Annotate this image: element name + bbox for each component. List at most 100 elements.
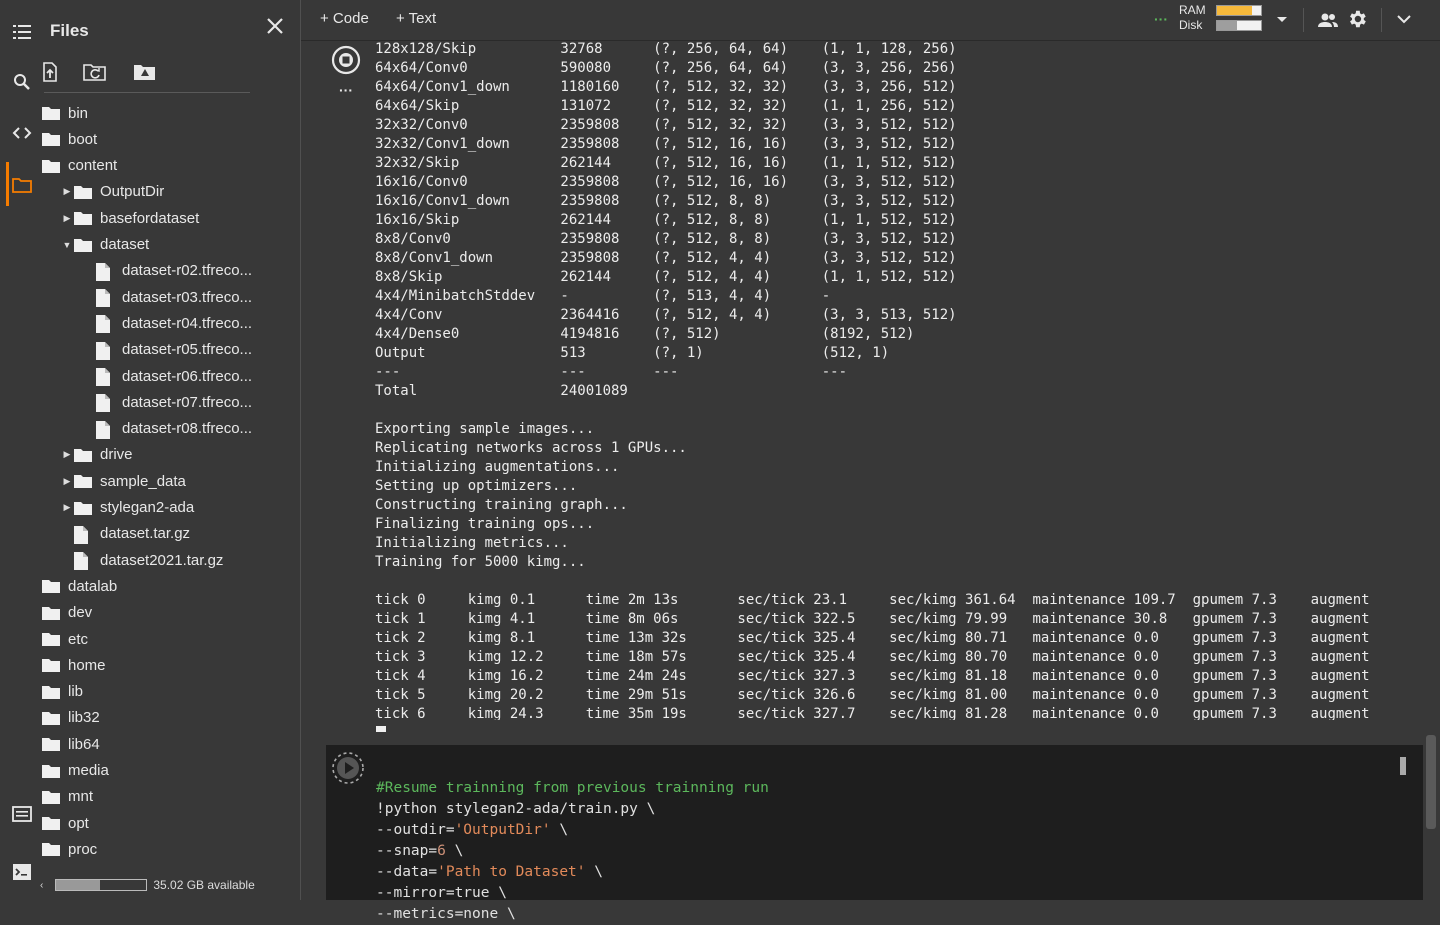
- output-line: 32x32/Conv1_down 2359808 (?, 512, 16, 16…: [375, 136, 957, 152]
- caret-right-icon[interactable]: ▶: [60, 213, 74, 224]
- cell-toolbar-handle[interactable]: [1400, 757, 1406, 775]
- folder-item[interactable]: media: [38, 758, 109, 784]
- tree-item-label: dataset: [100, 236, 150, 253]
- file-item[interactable]: dataset-r03.tfreco...: [82, 284, 252, 310]
- tree-item-label: opt: [68, 814, 89, 832]
- chevron-down-icon[interactable]: [1396, 12, 1412, 31]
- tree-item-label: dataset-r03.tfreco...: [122, 288, 253, 306]
- mount-drive-icon[interactable]: [132, 60, 156, 84]
- tree-item-label: dataset-r04.tfreco...: [122, 314, 253, 332]
- folder-icon: [42, 657, 60, 673]
- folder-item[interactable]: ▶ drive: [60, 442, 133, 468]
- caret-down-icon[interactable]: ▼: [60, 240, 74, 250]
- notebook-area: + Code + Text ··· RAM Disk ··· 128x128/S…: [301, 0, 1440, 922]
- ram-bar[interactable]: [1216, 5, 1262, 16]
- folder-item[interactable]: bin: [38, 100, 88, 126]
- folder-icon: [42, 578, 60, 594]
- resources-dropdown-icon[interactable]: [1276, 12, 1288, 30]
- folder-icon: [42, 684, 60, 700]
- caret-right-icon[interactable]: ▶: [60, 186, 74, 197]
- folder-item[interactable]: home: [38, 652, 106, 678]
- caret-right-icon[interactable]: ▶: [60, 476, 74, 487]
- file-item[interactable]: dataset-r07.tfreco...: [82, 389, 252, 415]
- folder-item[interactable]: lib64: [38, 731, 100, 757]
- scrollbar-thumb[interactable]: [1426, 735, 1436, 829]
- table-of-contents-icon[interactable]: [10, 20, 34, 44]
- caret-right-icon[interactable]: ▶: [60, 502, 74, 513]
- file-icon: [96, 315, 114, 334]
- folder-item[interactable]: boot: [38, 126, 97, 152]
- code-snippets-icon[interactable]: [10, 121, 34, 145]
- folder-item[interactable]: opt: [38, 810, 89, 836]
- storage-indicator: ‹ 35.02 GB available: [40, 878, 255, 892]
- upload-file-icon[interactable]: [38, 60, 62, 84]
- tree-item-label: datalab: [68, 577, 118, 595]
- file-item[interactable]: dataset-r05.tfreco...: [82, 337, 252, 363]
- terminal-icon[interactable]: [10, 860, 34, 884]
- code-string: 'OutputDir': [454, 822, 551, 838]
- folder-item[interactable]: lib: [38, 679, 83, 705]
- output-line: 64x64/Conv1_down 1180160 (?, 512, 32, 32…: [375, 79, 957, 95]
- close-icon[interactable]: [264, 15, 286, 37]
- output-line: tick 5 kimg 20.2 time 29m 51s sec/tick 3…: [375, 687, 1370, 703]
- file-item[interactable]: dataset2021.tar.gz: [60, 547, 223, 573]
- settings-gear-icon[interactable]: [1346, 8, 1368, 35]
- tree-item-label: dataset.tar.gz: [100, 525, 191, 543]
- refresh-folder-icon[interactable]: [82, 60, 106, 84]
- folder-item[interactable]: content: [38, 153, 117, 179]
- output-line: 8x8/Conv1_down 2359808 (?, 512, 4, 4) (3…: [375, 250, 957, 266]
- output-line: 16x16/Conv0 2359808 (?, 512, 16, 16) (3,…: [375, 174, 957, 190]
- file-item[interactable]: dataset-r02.tfreco...: [82, 258, 252, 284]
- folder-icon: [42, 131, 60, 147]
- code-line: \: [550, 822, 569, 838]
- tree-item-label: mnt: [68, 788, 94, 806]
- folder-item[interactable]: ▶ OutputDir: [60, 179, 165, 205]
- file-item[interactable]: dataset-r04.tfreco...: [82, 310, 252, 336]
- folder-item[interactable]: mnt: [38, 784, 93, 810]
- disk-bar[interactable]: [1216, 20, 1262, 31]
- tree-item-label: lib: [68, 683, 84, 701]
- output-line: 128x128/Skip 32768 (?, 256, 64, 64) (1, …: [375, 41, 957, 57]
- more-options-icon[interactable]: ···: [339, 82, 353, 98]
- storage-bar: [55, 879, 148, 891]
- folder-item[interactable]: datalab: [38, 573, 117, 599]
- output-line: 8x8/Conv0 2359808 (?, 512, 8, 8) (3, 3, …: [375, 231, 957, 247]
- caret-right-icon[interactable]: ▶: [60, 449, 74, 460]
- command-palette-icon[interactable]: [10, 802, 34, 826]
- file-item[interactable]: dataset-r08.tfreco...: [82, 416, 252, 442]
- search-icon[interactable]: [10, 70, 34, 94]
- folder-item[interactable]: ▶ stylegan2-ada: [60, 495, 195, 521]
- file-item[interactable]: dataset.tar.gz: [60, 521, 190, 547]
- output-line: tick 2 kimg 8.1 time 13m 32s sec/tick 32…: [375, 630, 1370, 646]
- code-string: 'Path to Dataset': [437, 864, 586, 880]
- tree-item-label: media: [68, 762, 109, 779]
- run-cell-button[interactable]: [331, 751, 365, 790]
- folder-item[interactable]: etc: [38, 626, 88, 652]
- folder-item[interactable]: dev: [38, 600, 92, 626]
- code-line: --snap=: [376, 843, 438, 859]
- folder-item[interactable]: ▼ dataset: [60, 232, 150, 258]
- folder-item[interactable]: proc: [38, 836, 97, 862]
- code-cell[interactable]: #Resume trainning from previous trainnin…: [326, 745, 1423, 922]
- file-icon: [96, 368, 114, 386]
- folder-icon[interactable]: [10, 173, 34, 197]
- folder-icon: [42, 815, 60, 831]
- tree-item-label: stylegan2-ada: [100, 499, 195, 516]
- folder-item[interactable]: ▶ sample_data: [60, 468, 186, 494]
- stop-execution-button[interactable]: [331, 45, 361, 80]
- folder-item[interactable]: ▶ basefordataset: [60, 205, 200, 231]
- folder-item[interactable]: lib32: [38, 705, 100, 731]
- file-icon: [96, 341, 114, 360]
- output-line: Replicating networks across 1 GPUs...: [375, 440, 687, 456]
- chevron-left-icon[interactable]: ‹: [40, 880, 43, 891]
- file-icon: [96, 289, 114, 308]
- file-item[interactable]: dataset-r06.tfreco...: [82, 363, 252, 389]
- output-line: Exporting sample images...: [375, 421, 595, 437]
- add-code-button[interactable]: + Code: [320, 10, 369, 27]
- code-line: --outdir=: [376, 822, 455, 838]
- add-text-button[interactable]: + Text: [396, 10, 436, 27]
- tree-item-label: dataset-r06.tfreco...: [122, 367, 253, 385]
- share-people-icon[interactable]: [1317, 9, 1339, 36]
